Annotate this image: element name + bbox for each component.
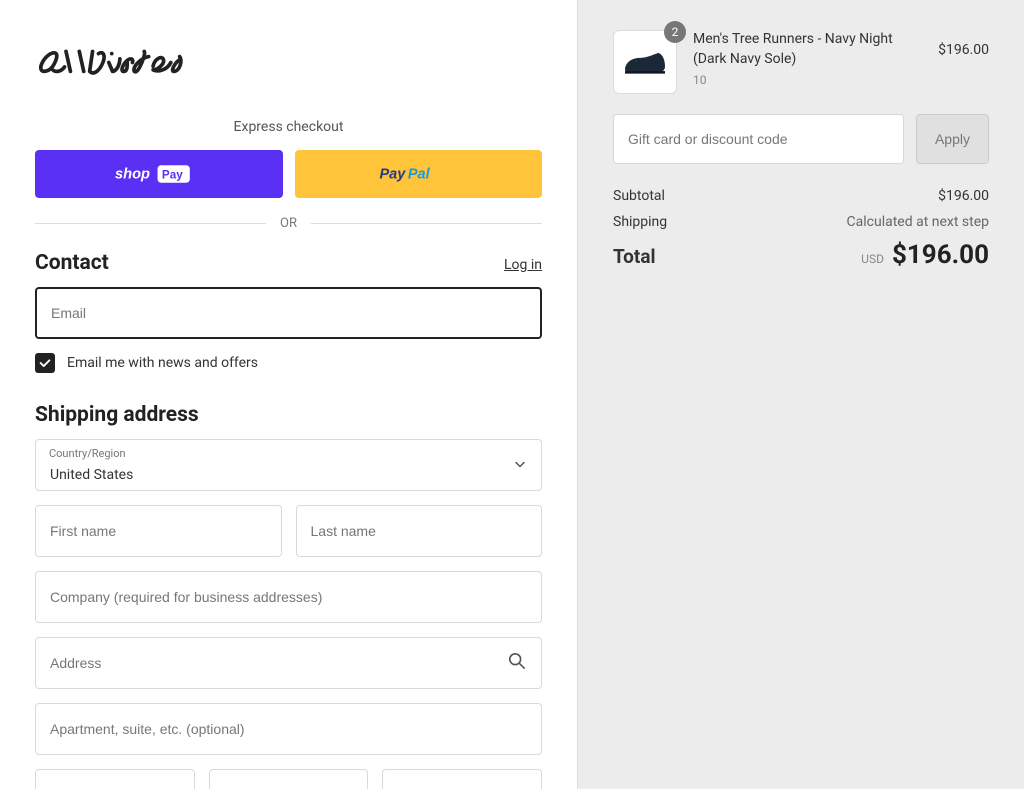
shipping-title: Shipping address: [35, 403, 199, 427]
email-input[interactable]: [35, 287, 542, 339]
apply-button[interactable]: Apply: [916, 114, 989, 164]
newsletter-checkbox[interactable]: [35, 353, 55, 373]
state-input[interactable]: [209, 769, 369, 789]
login-link[interactable]: Log in: [504, 257, 542, 273]
svg-text:Pay: Pay: [162, 168, 183, 181]
brand-logo[interactable]: [35, 40, 542, 89]
company-input[interactable]: [35, 571, 542, 623]
first-name-input[interactable]: [35, 505, 282, 557]
total-label: Total: [613, 245, 656, 268]
total-amount: $196.00: [892, 240, 989, 270]
item-variant: 10: [693, 73, 922, 87]
quantity-badge: 2: [664, 21, 686, 43]
item-price: $196.00: [938, 42, 989, 58]
svg-text:Pal: Pal: [408, 166, 431, 182]
svg-text:Pay: Pay: [380, 166, 407, 182]
discount-input[interactable]: [613, 114, 904, 164]
item-title: Men's Tree Runners - Navy Night (Dark Na…: [693, 30, 922, 69]
currency-label: USD: [861, 252, 884, 266]
city-input[interactable]: [35, 769, 195, 789]
search-icon: [508, 652, 526, 674]
shipping-label: Shipping: [613, 214, 667, 230]
express-checkout-label: Express checkout: [35, 119, 542, 135]
paypal-button[interactable]: Pay Pal: [295, 150, 543, 198]
shipping-value: Calculated at next step: [847, 214, 989, 230]
zip-input[interactable]: [382, 769, 542, 789]
apartment-input[interactable]: [35, 703, 542, 755]
shop-pay-button[interactable]: shop Pay: [35, 150, 283, 198]
divider-label: OR: [266, 216, 311, 231]
country-value: United States: [50, 467, 133, 483]
newsletter-label: Email me with news and offers: [67, 355, 258, 371]
country-label: Country/Region: [49, 447, 126, 460]
chevron-down-icon: [514, 456, 526, 475]
subtotal-value: $196.00: [938, 188, 989, 204]
contact-title: Contact: [35, 251, 109, 275]
subtotal-label: Subtotal: [613, 188, 665, 204]
cart-item: 2 Men's Tree Runners - Navy Night (Dark …: [613, 30, 989, 94]
last-name-input[interactable]: [296, 505, 543, 557]
svg-text:shop: shop: [115, 166, 150, 182]
divider: OR: [35, 216, 542, 231]
address-input[interactable]: [35, 637, 542, 689]
